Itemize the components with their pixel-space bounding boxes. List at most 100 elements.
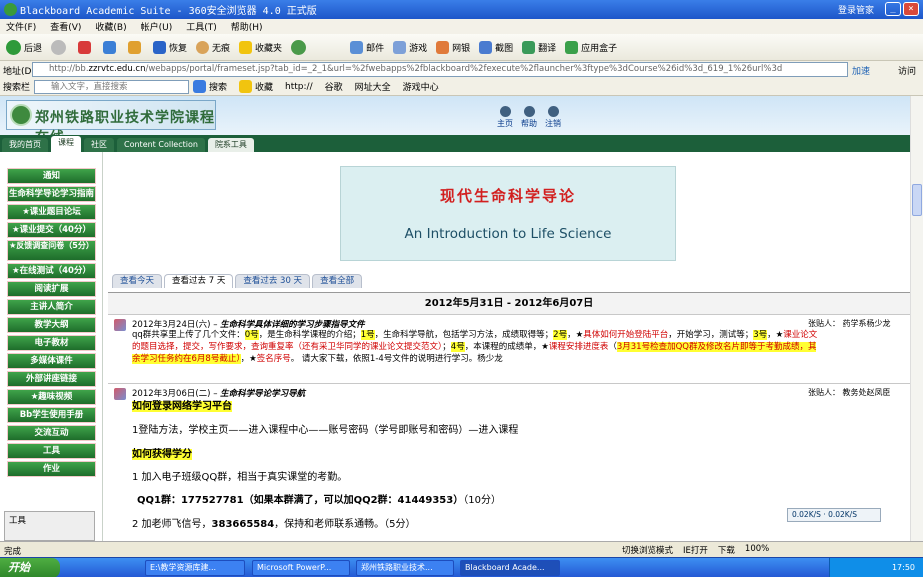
course-menu-item[interactable]: 生命科学导论学习指南 bbox=[7, 186, 96, 202]
back-button[interactable]: 后退 bbox=[6, 39, 42, 55]
download-speed: 0.02K/S bbox=[792, 510, 821, 519]
course-menu-item[interactable]: 主讲人简介 bbox=[7, 299, 96, 315]
menu-account[interactable]: 帐户(U) bbox=[141, 20, 173, 33]
search-input[interactable]: 输入文字，直接搜索 bbox=[34, 79, 190, 94]
logout-link[interactable]: 注销 bbox=[545, 106, 561, 129]
taskbar-item[interactable]: Blackboard Acade... bbox=[460, 560, 560, 576]
course-menu-item[interactable]: 电子教材 bbox=[7, 335, 96, 351]
accelerate-button[interactable]: 加速 bbox=[852, 64, 870, 77]
credit-item-2: 2 加老师飞信号，383665584，保持和老师联系通畅。（5分） bbox=[132, 519, 416, 530]
app-box-button[interactable]: 应用盒子 bbox=[565, 40, 617, 54]
search-button[interactable]: 搜索 bbox=[193, 80, 227, 93]
history-button[interactable] bbox=[291, 39, 309, 55]
star-icon bbox=[239, 40, 253, 54]
course-menu-item[interactable]: 交流互动 bbox=[7, 425, 96, 441]
login-steps: 1登陆方法，学校主页——进入课程中心——账号密码（学号即账号和密码）—进入课程 bbox=[132, 425, 519, 436]
tab-view-last-30-days[interactable]: 查看过去 30 天 bbox=[235, 274, 311, 288]
taskbar-item[interactable]: Microsoft PowerP... bbox=[252, 560, 350, 576]
tab-my-home[interactable]: 我的首页 bbox=[2, 138, 48, 152]
course-menu-item[interactable]: Bb学生使用手册 bbox=[7, 407, 96, 423]
menu-view[interactable]: 查看(V) bbox=[50, 20, 81, 33]
course-menu-item[interactable]: ★趣味视频 bbox=[7, 389, 96, 405]
tab-view-today[interactable]: 查看今天 bbox=[112, 274, 163, 288]
tab-community[interactable]: 社区 bbox=[84, 138, 114, 152]
date-range: 2012年5月31日 - 2012年6月07日 bbox=[108, 292, 910, 314]
home-button[interactable] bbox=[128, 40, 144, 54]
tab-courses[interactable]: 课程 bbox=[51, 136, 81, 152]
home-icon bbox=[499, 106, 511, 117]
ie-open-button[interactable]: IE打开 bbox=[683, 544, 708, 556]
collect-button[interactable]: 收藏 bbox=[239, 80, 273, 93]
refresh-button[interactable] bbox=[103, 40, 119, 54]
restore-button[interactable]: 恢复 bbox=[153, 40, 187, 54]
menu-favorites[interactable]: 收藏(B) bbox=[95, 20, 126, 33]
announcement-text-segment: 4号 bbox=[450, 342, 465, 352]
tools-box[interactable]: 工具 bbox=[4, 511, 95, 541]
credit-item-1: 1 加入电子班级QQ群，相当于真实课堂的考勤。 bbox=[132, 472, 348, 483]
fav-google[interactable]: 谷歌 bbox=[325, 80, 343, 93]
switch-mode-button[interactable]: 切换浏览模式 bbox=[622, 544, 673, 556]
tab-view-last-7-days[interactable]: 查看过去 7 天 bbox=[164, 274, 234, 288]
minimize-button[interactable]: _ bbox=[885, 2, 901, 16]
tab-view-all[interactable]: 查看全部 bbox=[312, 274, 363, 288]
close-button[interactable]: × bbox=[903, 2, 919, 16]
undo-icon bbox=[153, 40, 167, 54]
favorites-button[interactable]: 收藏夹 bbox=[239, 40, 282, 54]
menu-help[interactable]: 帮助(H) bbox=[231, 20, 263, 33]
network-monitor: 0.02K/S · 0.02K/S bbox=[787, 508, 881, 522]
course-menu-item[interactable]: 阅读扩展 bbox=[7, 281, 96, 297]
private-mode-button[interactable]: 无痕 bbox=[196, 40, 230, 54]
course-menu-item[interactable]: 作业 bbox=[7, 461, 96, 477]
help-link[interactable]: 帮助 bbox=[521, 106, 537, 129]
course-menu-item[interactable]: 工具 bbox=[7, 443, 96, 459]
announcement-text-segment: 签名序号 bbox=[256, 354, 291, 364]
forward-arrow-icon bbox=[51, 39, 67, 55]
fav-game-center[interactable]: 游戏中心 bbox=[403, 80, 439, 93]
star-icon bbox=[239, 80, 253, 93]
announcement-text-segment: ，是生命科学课程的介绍； bbox=[258, 330, 361, 340]
screenshot-button[interactable]: 截图 bbox=[479, 40, 513, 54]
home-link[interactable]: 主页 bbox=[497, 106, 513, 129]
taskbar-item[interactable]: 郑州铁路职业技术... bbox=[356, 560, 454, 576]
course-menu-item[interactable]: 教学大纲 bbox=[7, 317, 96, 333]
system-tray: 17:50 bbox=[829, 558, 923, 577]
vertical-scrollbar[interactable] bbox=[910, 96, 923, 541]
url-input[interactable]: http://bb.zzrvtc.edu.cn/webapps/portal/f… bbox=[32, 62, 848, 77]
translate-button[interactable]: 翻译 bbox=[522, 40, 556, 54]
course-menu-item[interactable]: ★课业提交（40分） bbox=[7, 222, 96, 238]
back-arrow-icon bbox=[6, 39, 21, 55]
go-button[interactable]: 访问 bbox=[898, 64, 916, 77]
course-menu-item[interactable]: 外部讲座链接 bbox=[7, 371, 96, 387]
bank-button[interactable]: 网银 bbox=[436, 40, 470, 54]
games-button[interactable]: 游戏 bbox=[393, 40, 427, 54]
stop-button[interactable] bbox=[78, 40, 94, 54]
taskbar-item[interactable]: E:\教学资源库建... bbox=[145, 560, 245, 576]
scissors-icon bbox=[479, 40, 493, 54]
zoom-level[interactable]: 100% bbox=[745, 544, 769, 556]
banner-title-en: An Introduction to Life Science bbox=[404, 226, 612, 242]
start-button[interactable]: 开始 bbox=[0, 558, 60, 577]
scrollbar-thumb[interactable] bbox=[912, 184, 922, 216]
site-logo[interactable]: 郑州铁路职业技术学院课程在线 bbox=[6, 100, 216, 146]
announcement-text-segment: 具体如何开始登陆平台 bbox=[583, 330, 669, 340]
bank-icon bbox=[436, 40, 450, 54]
course-menu-item[interactable]: ★课业题目论坛 bbox=[7, 204, 96, 220]
course-menu-item[interactable]: ★反馈调查问卷（5分） bbox=[7, 240, 96, 261]
announcement-text-segment: ，本课程的成绩单，★ bbox=[464, 342, 549, 352]
translate-icon bbox=[522, 40, 536, 54]
course-menu-item[interactable]: ★在线测试（40分） bbox=[7, 263, 96, 279]
course-menu-item[interactable]: 通知 bbox=[7, 168, 96, 184]
menu-tools[interactable]: 工具(T) bbox=[186, 20, 217, 33]
mail-button[interactable]: 邮件 bbox=[350, 40, 384, 54]
announcement-text-segment: 0号 bbox=[244, 330, 259, 340]
fav-url-directory[interactable]: 网址大全 bbox=[355, 80, 391, 93]
forward-button[interactable] bbox=[51, 39, 69, 55]
account-manager[interactable]: 登录管家 bbox=[838, 3, 874, 16]
menu-file[interactable]: 文件(F) bbox=[6, 20, 36, 33]
tab-department-tools[interactable]: 院系工具 bbox=[207, 138, 254, 152]
fav-http[interactable]: http:// bbox=[285, 82, 313, 92]
course-menu-item[interactable]: 多媒体课件 bbox=[7, 353, 96, 369]
download-button[interactable]: 下载 bbox=[718, 544, 735, 556]
tab-content-collection[interactable]: Content Collection bbox=[117, 138, 205, 152]
announcement-poster: 张贴人： 药学系杨少龙 bbox=[808, 319, 891, 328]
